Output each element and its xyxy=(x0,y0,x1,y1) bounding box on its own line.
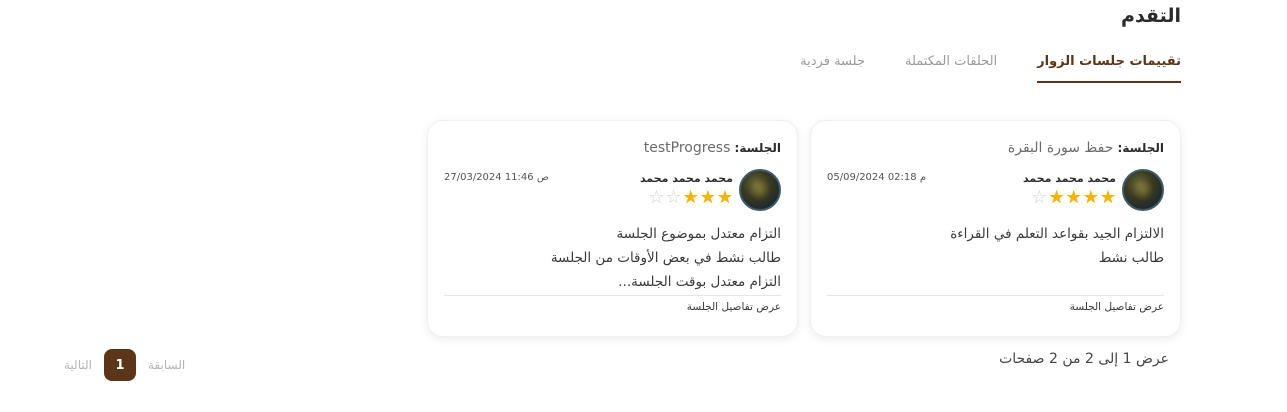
session-notes: الالتزام الجيد بقواعد التعلم في القراءة … xyxy=(827,222,1164,270)
note-line: التزام معتدل بموضوع الجلسة xyxy=(616,226,781,242)
tab-bar: تقييمات جلسات الزوار الحلقات المكتملة جل… xyxy=(800,54,1181,83)
pagination-info: عرض 1 إلى 2 من 2 صفحات xyxy=(999,351,1169,367)
session-line: الجلسة: حفظ سورة البقرة xyxy=(1008,140,1164,156)
session-card: الجلسة: testProgress محمد محمد محمد ★ ★ ★ ☆… xyxy=(427,120,798,337)
star-empty-icon: ☆ xyxy=(1031,187,1048,208)
divider xyxy=(827,295,1164,296)
star-filled-icon: ★ xyxy=(1082,187,1099,208)
view-session-details-link[interactable]: عرض تفاصيل الجلسة xyxy=(1070,301,1164,313)
avatar xyxy=(1122,169,1164,211)
star-filled-icon: ★ xyxy=(682,187,699,208)
tab-completed-circles[interactable]: الحلقات المكتملة xyxy=(905,54,997,83)
note-line: طالب نشط xyxy=(1098,250,1164,266)
session-label: الجلسة: xyxy=(734,141,781,155)
avatar xyxy=(739,169,781,211)
page-title: التقدم xyxy=(1121,5,1181,27)
session-date: 05/09/2024 02:18 م xyxy=(827,172,927,183)
previous-page-button[interactable]: السابقة xyxy=(148,358,185,372)
star-filled-icon: ★ xyxy=(716,187,733,208)
tab-individual-session[interactable]: جلسة فردية xyxy=(800,54,865,83)
session-name: حفظ سورة البقرة xyxy=(1007,140,1114,156)
star-rating: ★ ★ ★ ☆ ☆ xyxy=(648,189,733,207)
next-page-button[interactable]: التالية xyxy=(64,358,92,372)
note-line: التزام معتدل بوقت الجلسة... xyxy=(618,274,781,290)
star-empty-icon: ☆ xyxy=(665,187,682,208)
session-label: الجلسة: xyxy=(1117,141,1164,155)
session-date: 27/03/2024 11:46 ص xyxy=(444,172,549,183)
divider xyxy=(444,295,781,296)
star-filled-icon: ★ xyxy=(699,187,716,208)
star-filled-icon: ★ xyxy=(1099,187,1116,208)
page-number-button[interactable]: 1 xyxy=(103,349,136,381)
star-empty-icon: ☆ xyxy=(648,187,665,208)
user-name: محمد محمد محمد xyxy=(1022,172,1116,185)
session-name: testProgress xyxy=(643,140,731,156)
session-card: الجلسة: حفظ سورة البقرة محمد محمد محمد ★… xyxy=(810,120,1181,337)
note-line: الالتزام الجيد بقواعد التعلم في القراءة xyxy=(950,226,1164,242)
session-notes: التزام معتدل بموضوع الجلسة طالب نشط في ب… xyxy=(444,222,781,294)
star-filled-icon: ★ xyxy=(1065,187,1082,208)
user-name: محمد محمد محمد xyxy=(639,172,733,185)
pagination-controls: التالية 1 السابقة xyxy=(64,349,185,381)
star-filled-icon: ★ xyxy=(1048,187,1065,208)
view-session-details-link[interactable]: عرض تفاصيل الجلسة xyxy=(687,301,781,313)
star-rating: ★ ★ ★ ★ ☆ xyxy=(1031,189,1116,207)
session-line: الجلسة: testProgress xyxy=(644,140,781,156)
note-line: طالب نشط في بعض الأوقات من الجلسة xyxy=(550,250,781,266)
tab-visitor-session-ratings[interactable]: تقييمات جلسات الزوار xyxy=(1037,54,1181,83)
